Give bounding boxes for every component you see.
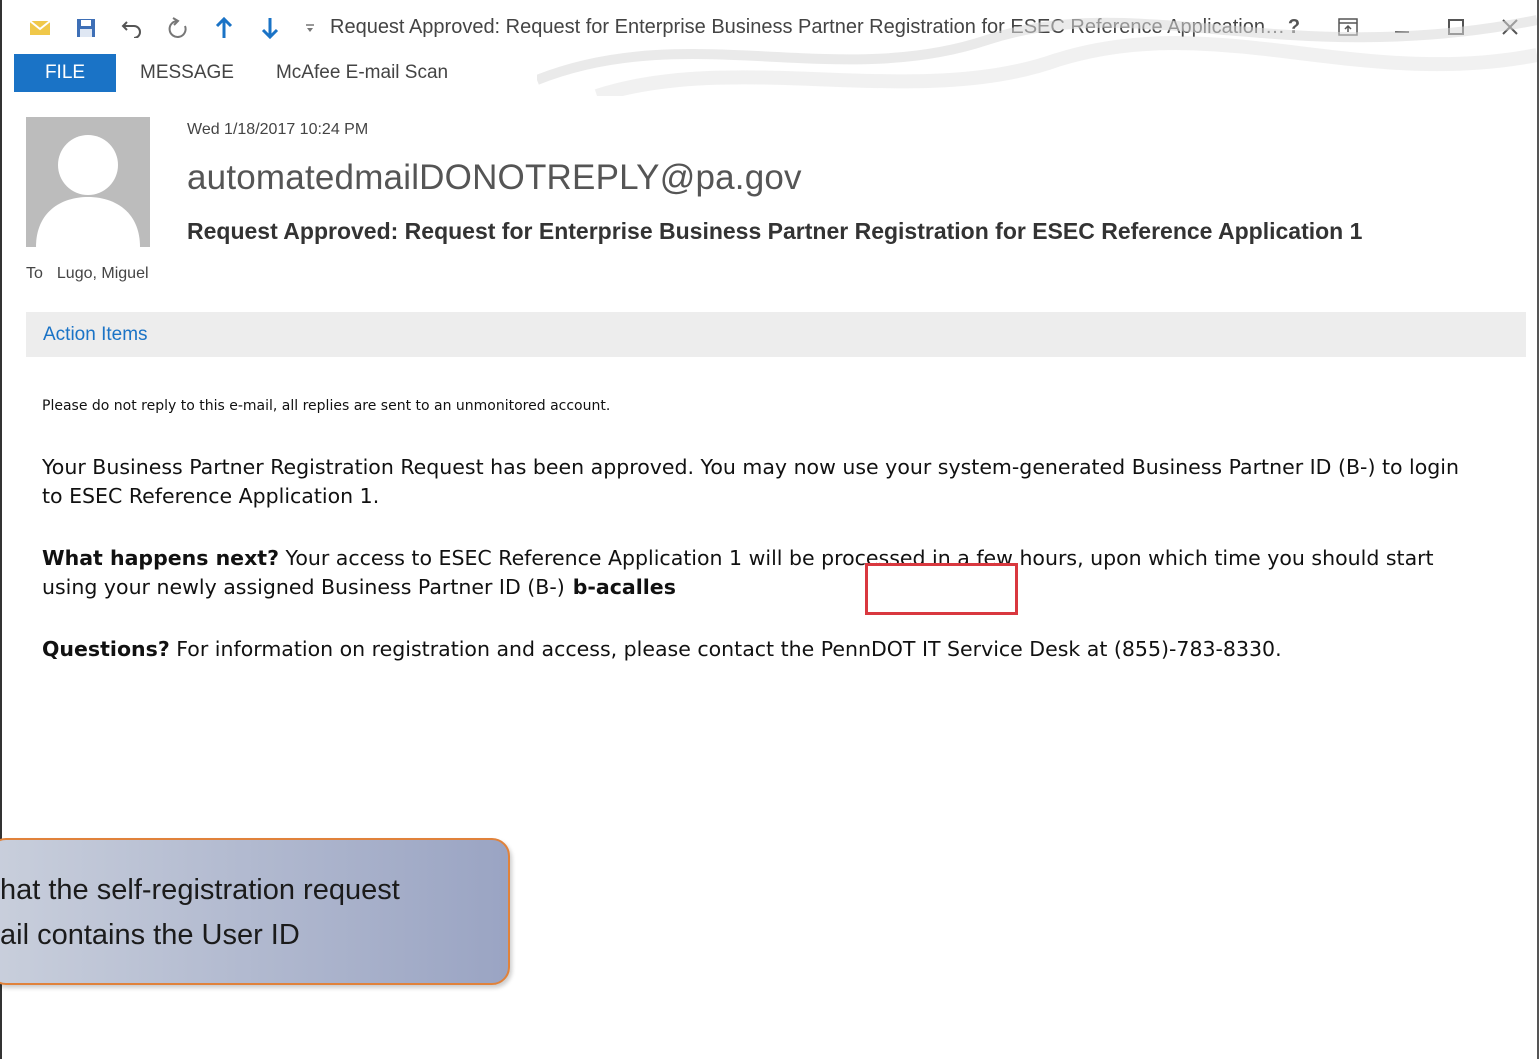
message-date: Wed 1/18/2017 10:24 PM [187,121,369,138]
recipient-name[interactable]: Lugo, Miguel [57,265,149,283]
redo-icon[interactable] [166,16,190,40]
to-label: To [26,265,43,282]
tab-message[interactable]: MESSAGE [116,54,260,92]
window-title: Request Approved: Request for Enterprise… [330,16,1285,38]
maximize-icon[interactable] [1443,14,1469,40]
callout-line-1: hat the self-registration request [0,874,400,906]
sender-address[interactable]: automatedmailDONOTREPLY@pa.gov [187,158,802,198]
action-items-label[interactable]: Action Items [43,324,148,346]
recipient-row: To Lugo, Miguel [26,265,149,283]
notice-text: Please do not reply to this e-mail, all … [42,398,611,414]
down-arrow-icon[interactable] [258,16,282,40]
ribbon-tabs: FILE MESSAGE McAfee E-mail Scan [14,54,472,92]
quick-access-toolbar [28,14,316,42]
message-subject: Request Approved: Request for Enterprise… [187,218,1363,244]
avatar [26,117,150,247]
close-icon[interactable] [1497,14,1523,40]
callout-line-2: ail contains the User ID [0,919,300,951]
up-arrow-icon[interactable] [212,16,236,40]
person-icon [36,135,140,247]
questions-heading: Questions? [42,637,170,661]
next-steps-heading: What happens next? [42,546,280,570]
customize-icon[interactable] [304,16,316,40]
restore-ribbon-icon[interactable] [1335,14,1361,40]
user-id: b-acalles [572,575,676,599]
undo-icon[interactable] [120,16,144,40]
questions-paragraph: Questions? For information on registrati… [42,635,1462,664]
next-steps-paragraph: What happens next? Your access to ESEC R… [42,544,1482,602]
mail-icon[interactable] [28,16,52,40]
tab-mcafee-scan[interactable]: McAfee E-mail Scan [260,54,472,92]
title-bar: Request Approved: Request for Enterprise… [2,0,1537,54]
minimize-icon[interactable] [1389,14,1415,40]
user-id-highlight-box [865,563,1018,615]
save-icon[interactable] [74,16,98,40]
help-icon[interactable]: ? [1281,14,1307,40]
action-items-bar[interactable]: Action Items [26,312,1526,357]
tab-file[interactable]: FILE [14,54,116,92]
window-controls: ? [1281,12,1523,42]
approval-paragraph: Your Business Partner Registration Reque… [42,455,1459,508]
questions-text: For information on registration and acce… [169,637,1282,661]
callout-text: hat the self-registration request ail co… [0,868,400,958]
